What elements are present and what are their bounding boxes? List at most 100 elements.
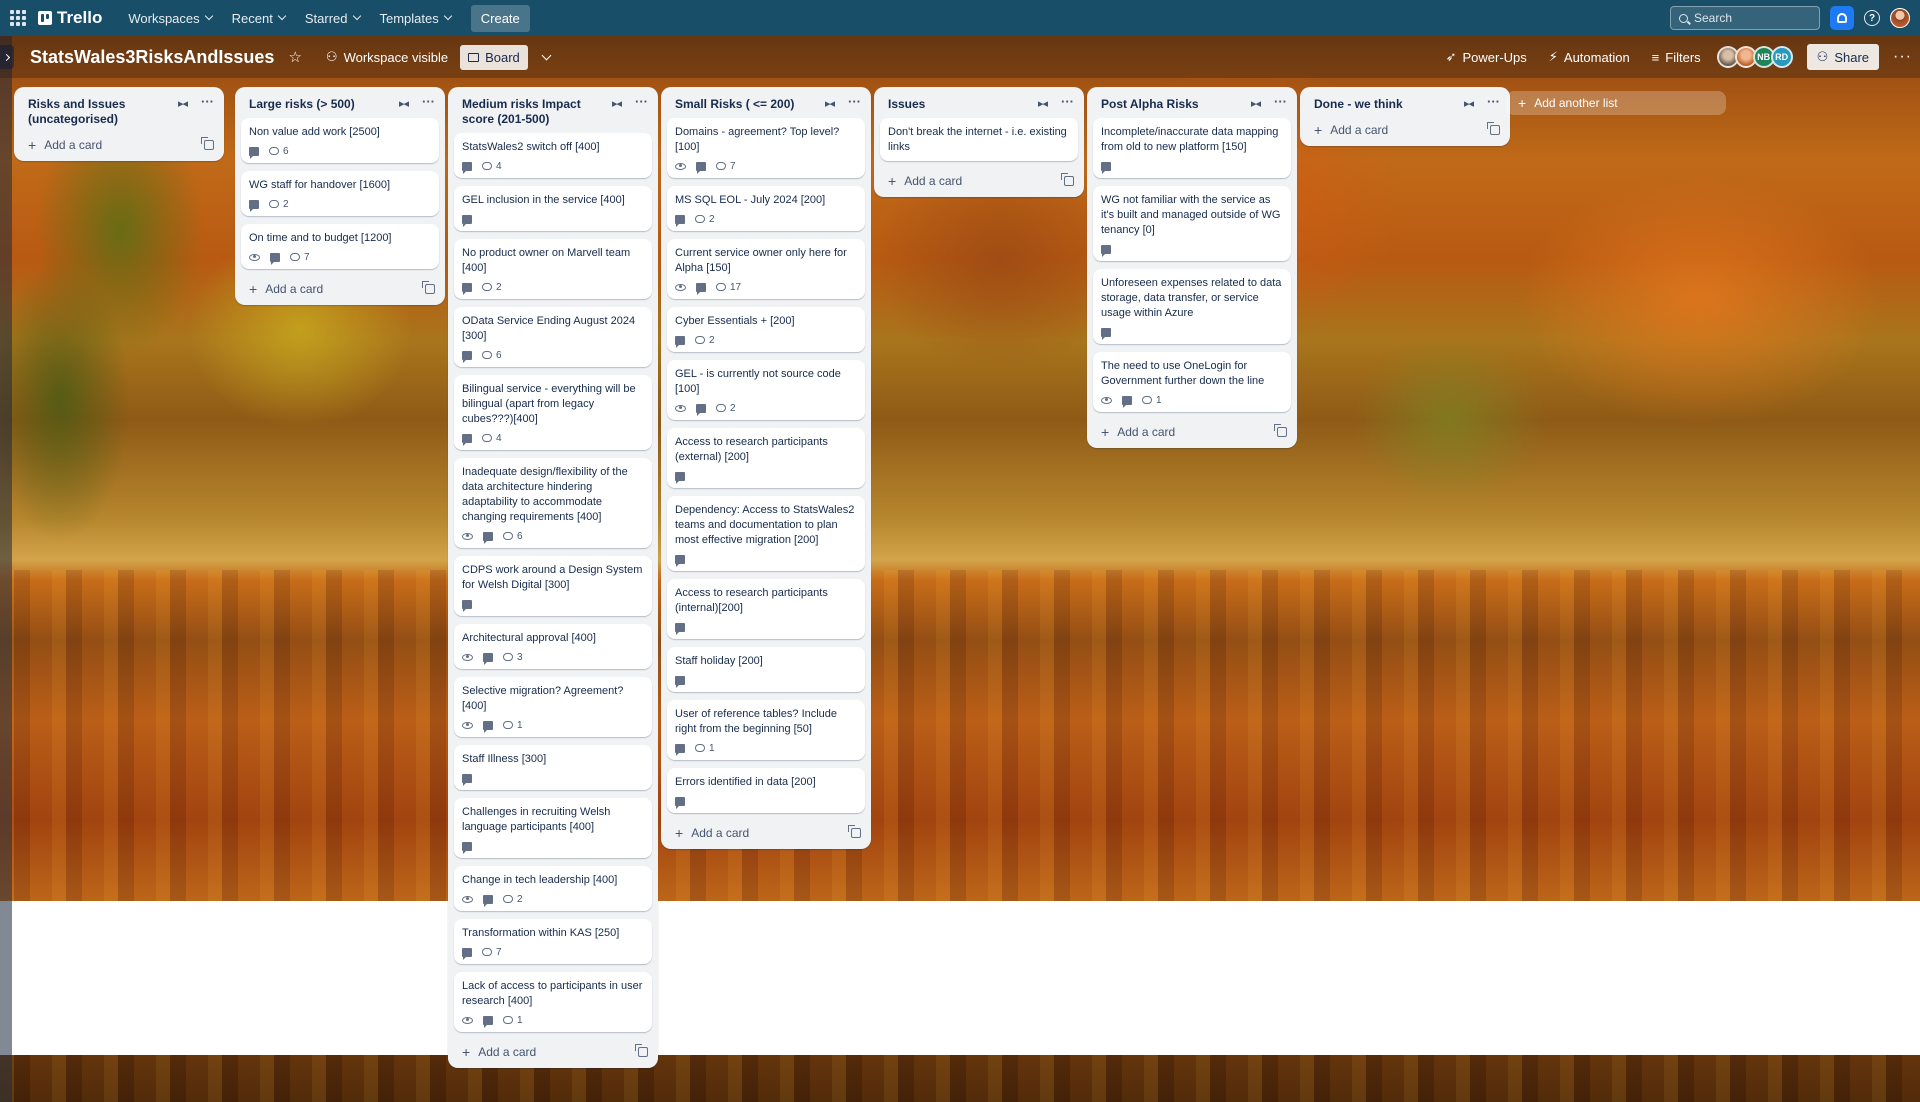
- add-card-button[interactable]: + Add a card: [14, 133, 224, 153]
- views-dropdown-button[interactable]: [534, 44, 560, 70]
- card[interactable]: Selective migration? Agreement? [400] 1: [454, 677, 652, 737]
- help-icon[interactable]: ?: [1864, 10, 1880, 26]
- list-menu-icon[interactable]: ···: [201, 94, 214, 109]
- board-view-button[interactable]: Board: [460, 44, 528, 70]
- star-icon[interactable]: ☆: [288, 48, 301, 66]
- add-card-button[interactable]: + Add a card: [448, 1040, 658, 1060]
- collapse-list-icon[interactable]: ▸◂: [178, 97, 188, 110]
- add-card-button[interactable]: + Add a card: [235, 277, 445, 297]
- notifications-icon[interactable]: [1830, 6, 1854, 30]
- list: Medium risks Impact score (201-500) ▸◂ ···…: [448, 87, 658, 1068]
- collapse-list-icon[interactable]: ▸◂: [399, 97, 409, 110]
- list-title[interactable]: Post Alpha Risks: [1101, 97, 1251, 112]
- card[interactable]: WG not familiar with the service as it's…: [1093, 186, 1291, 261]
- create-button[interactable]: Create: [470, 4, 530, 32]
- nav-starred[interactable]: Starred: [297, 5, 368, 32]
- card-template-icon[interactable]: [1274, 424, 1287, 437]
- card-template-icon[interactable]: [1487, 122, 1500, 135]
- card[interactable]: GEL - is currently not source code [100]…: [667, 360, 865, 420]
- card[interactable]: Dependency: Access to StatsWales2 teams …: [667, 496, 865, 571]
- list-title[interactable]: Issues: [888, 97, 1038, 112]
- collapse-list-icon[interactable]: ▸◂: [1464, 97, 1474, 110]
- collapse-list-icon[interactable]: ▸◂: [1251, 97, 1261, 110]
- add-card-button[interactable]: + Add a card: [1300, 118, 1510, 138]
- trello-logo[interactable]: Trello: [38, 8, 102, 28]
- account-avatar[interactable]: [1890, 8, 1910, 28]
- card[interactable]: The need to use OneLogin for Government …: [1093, 352, 1291, 412]
- card[interactable]: MS SQL EOL - July 2024 [200] 2: [667, 186, 865, 231]
- card[interactable]: Current service owner only here for Alph…: [667, 239, 865, 299]
- card[interactable]: Transformation within KAS [250] 7: [454, 919, 652, 964]
- powerups-button[interactable]: ➶ Power-Ups: [1438, 44, 1535, 70]
- visibility-button[interactable]: ⚇ Workspace visible: [318, 44, 456, 70]
- card-template-icon[interactable]: [635, 1044, 648, 1057]
- automation-button[interactable]: ⚡ Automation: [1541, 44, 1638, 70]
- card[interactable]: OData Service Ending August 2024 [300] 6: [454, 307, 652, 367]
- card[interactable]: Staff holiday [200]: [667, 647, 865, 692]
- comment-count: 6: [517, 530, 523, 542]
- share-button[interactable]: ⚇ Share: [1806, 44, 1880, 70]
- nav-recent[interactable]: Recent: [224, 5, 293, 32]
- list-title[interactable]: Risks and Issues (uncategorised): [28, 97, 178, 127]
- card[interactable]: WG staff for handover [1600] 2: [241, 171, 439, 216]
- card-badges: 2: [462, 281, 644, 295]
- card[interactable]: Change in tech leadership [400] 2: [454, 866, 652, 911]
- search-input[interactable]: Search: [1670, 6, 1820, 30]
- add-card-button[interactable]: + Add a card: [1087, 420, 1297, 440]
- card[interactable]: On time and to budget [1200] 7: [241, 224, 439, 269]
- card[interactable]: Access to research participants (interna…: [667, 579, 865, 639]
- description-icon: [462, 947, 472, 960]
- card[interactable]: Don't break the internet - i.e. existing…: [880, 118, 1078, 161]
- list-menu-icon[interactable]: ···: [635, 94, 648, 109]
- nav-templates[interactable]: Templates: [372, 5, 459, 32]
- list-menu-icon[interactable]: ···: [848, 94, 861, 109]
- list-menu-icon[interactable]: ···: [422, 94, 435, 109]
- card[interactable]: Inadequate design/flexibility of the dat…: [454, 458, 652, 548]
- list-menu-icon[interactable]: ···: [1061, 94, 1074, 109]
- app-switcher-icon[interactable]: [10, 10, 26, 26]
- card[interactable]: GEL inclusion in the service [400]: [454, 186, 652, 231]
- card[interactable]: User of reference tables? Include right …: [667, 700, 865, 760]
- list-title[interactable]: Done - we think: [1314, 97, 1464, 112]
- board-menu-icon[interactable]: ···: [1893, 48, 1912, 66]
- filters-button[interactable]: ≡ Filters: [1644, 45, 1709, 70]
- collapse-list-icon[interactable]: ▸◂: [1038, 97, 1048, 110]
- card[interactable]: Access to research participants (externa…: [667, 428, 865, 488]
- add-list-button[interactable]: + Add another list: [1506, 91, 1726, 115]
- card[interactable]: Architectural approval [400] 3: [454, 624, 652, 669]
- list-menu-icon[interactable]: ···: [1487, 94, 1500, 109]
- member-avatar-rd[interactable]: RD: [1770, 46, 1793, 68]
- card[interactable]: Challenges in recruiting Welsh language …: [454, 798, 652, 858]
- card[interactable]: Bilingual service - everything will be b…: [454, 375, 652, 450]
- card[interactable]: Incomplete/inaccurate data mapping from …: [1093, 118, 1291, 178]
- card[interactable]: Cyber Essentials + [200] 2: [667, 307, 865, 352]
- card[interactable]: No product owner on Marvell team [400] 2: [454, 239, 652, 299]
- top-nav: Trello Workspaces Recent Starred Templat…: [0, 0, 1920, 36]
- expand-sidebar-button[interactable]: [0, 45, 14, 69]
- card[interactable]: Domains - agreement? Top level? [100] 7: [667, 118, 865, 178]
- add-card-button[interactable]: + Add a card: [661, 821, 871, 841]
- comments-badge: 3: [503, 652, 523, 663]
- card-template-icon[interactable]: [1061, 173, 1074, 186]
- card[interactable]: Errors identified in data [200]: [667, 768, 865, 813]
- card[interactable]: Unforeseen expenses related to data stor…: [1093, 269, 1291, 344]
- card-template-icon[interactable]: [422, 281, 435, 294]
- comment-count: 3: [517, 651, 523, 663]
- card[interactable]: Non value add work [2500] 6: [241, 118, 439, 163]
- board-title[interactable]: StatsWales3RisksAndIssues: [30, 47, 274, 68]
- card-template-icon[interactable]: [201, 137, 214, 150]
- card[interactable]: StatsWales2 switch off [400] 4: [454, 133, 652, 178]
- sidebar-collapsed[interactable]: [0, 36, 12, 1102]
- list-title[interactable]: Medium risks Impact score (201-500): [462, 97, 612, 127]
- card[interactable]: Lack of access to participants in user r…: [454, 972, 652, 1032]
- collapse-list-icon[interactable]: ▸◂: [612, 97, 622, 110]
- add-card-button[interactable]: + Add a card: [874, 169, 1084, 189]
- collapse-list-icon[interactable]: ▸◂: [825, 97, 835, 110]
- card-template-icon[interactable]: [848, 825, 861, 838]
- nav-workspaces[interactable]: Workspaces: [120, 5, 219, 32]
- card[interactable]: CDPS work around a Design System for Wel…: [454, 556, 652, 616]
- list-menu-icon[interactable]: ···: [1274, 94, 1287, 109]
- list-title[interactable]: Large risks (> 500): [249, 97, 399, 112]
- card[interactable]: Staff Illness [300]: [454, 745, 652, 790]
- list-title[interactable]: Small Risks ( <= 200): [675, 97, 825, 112]
